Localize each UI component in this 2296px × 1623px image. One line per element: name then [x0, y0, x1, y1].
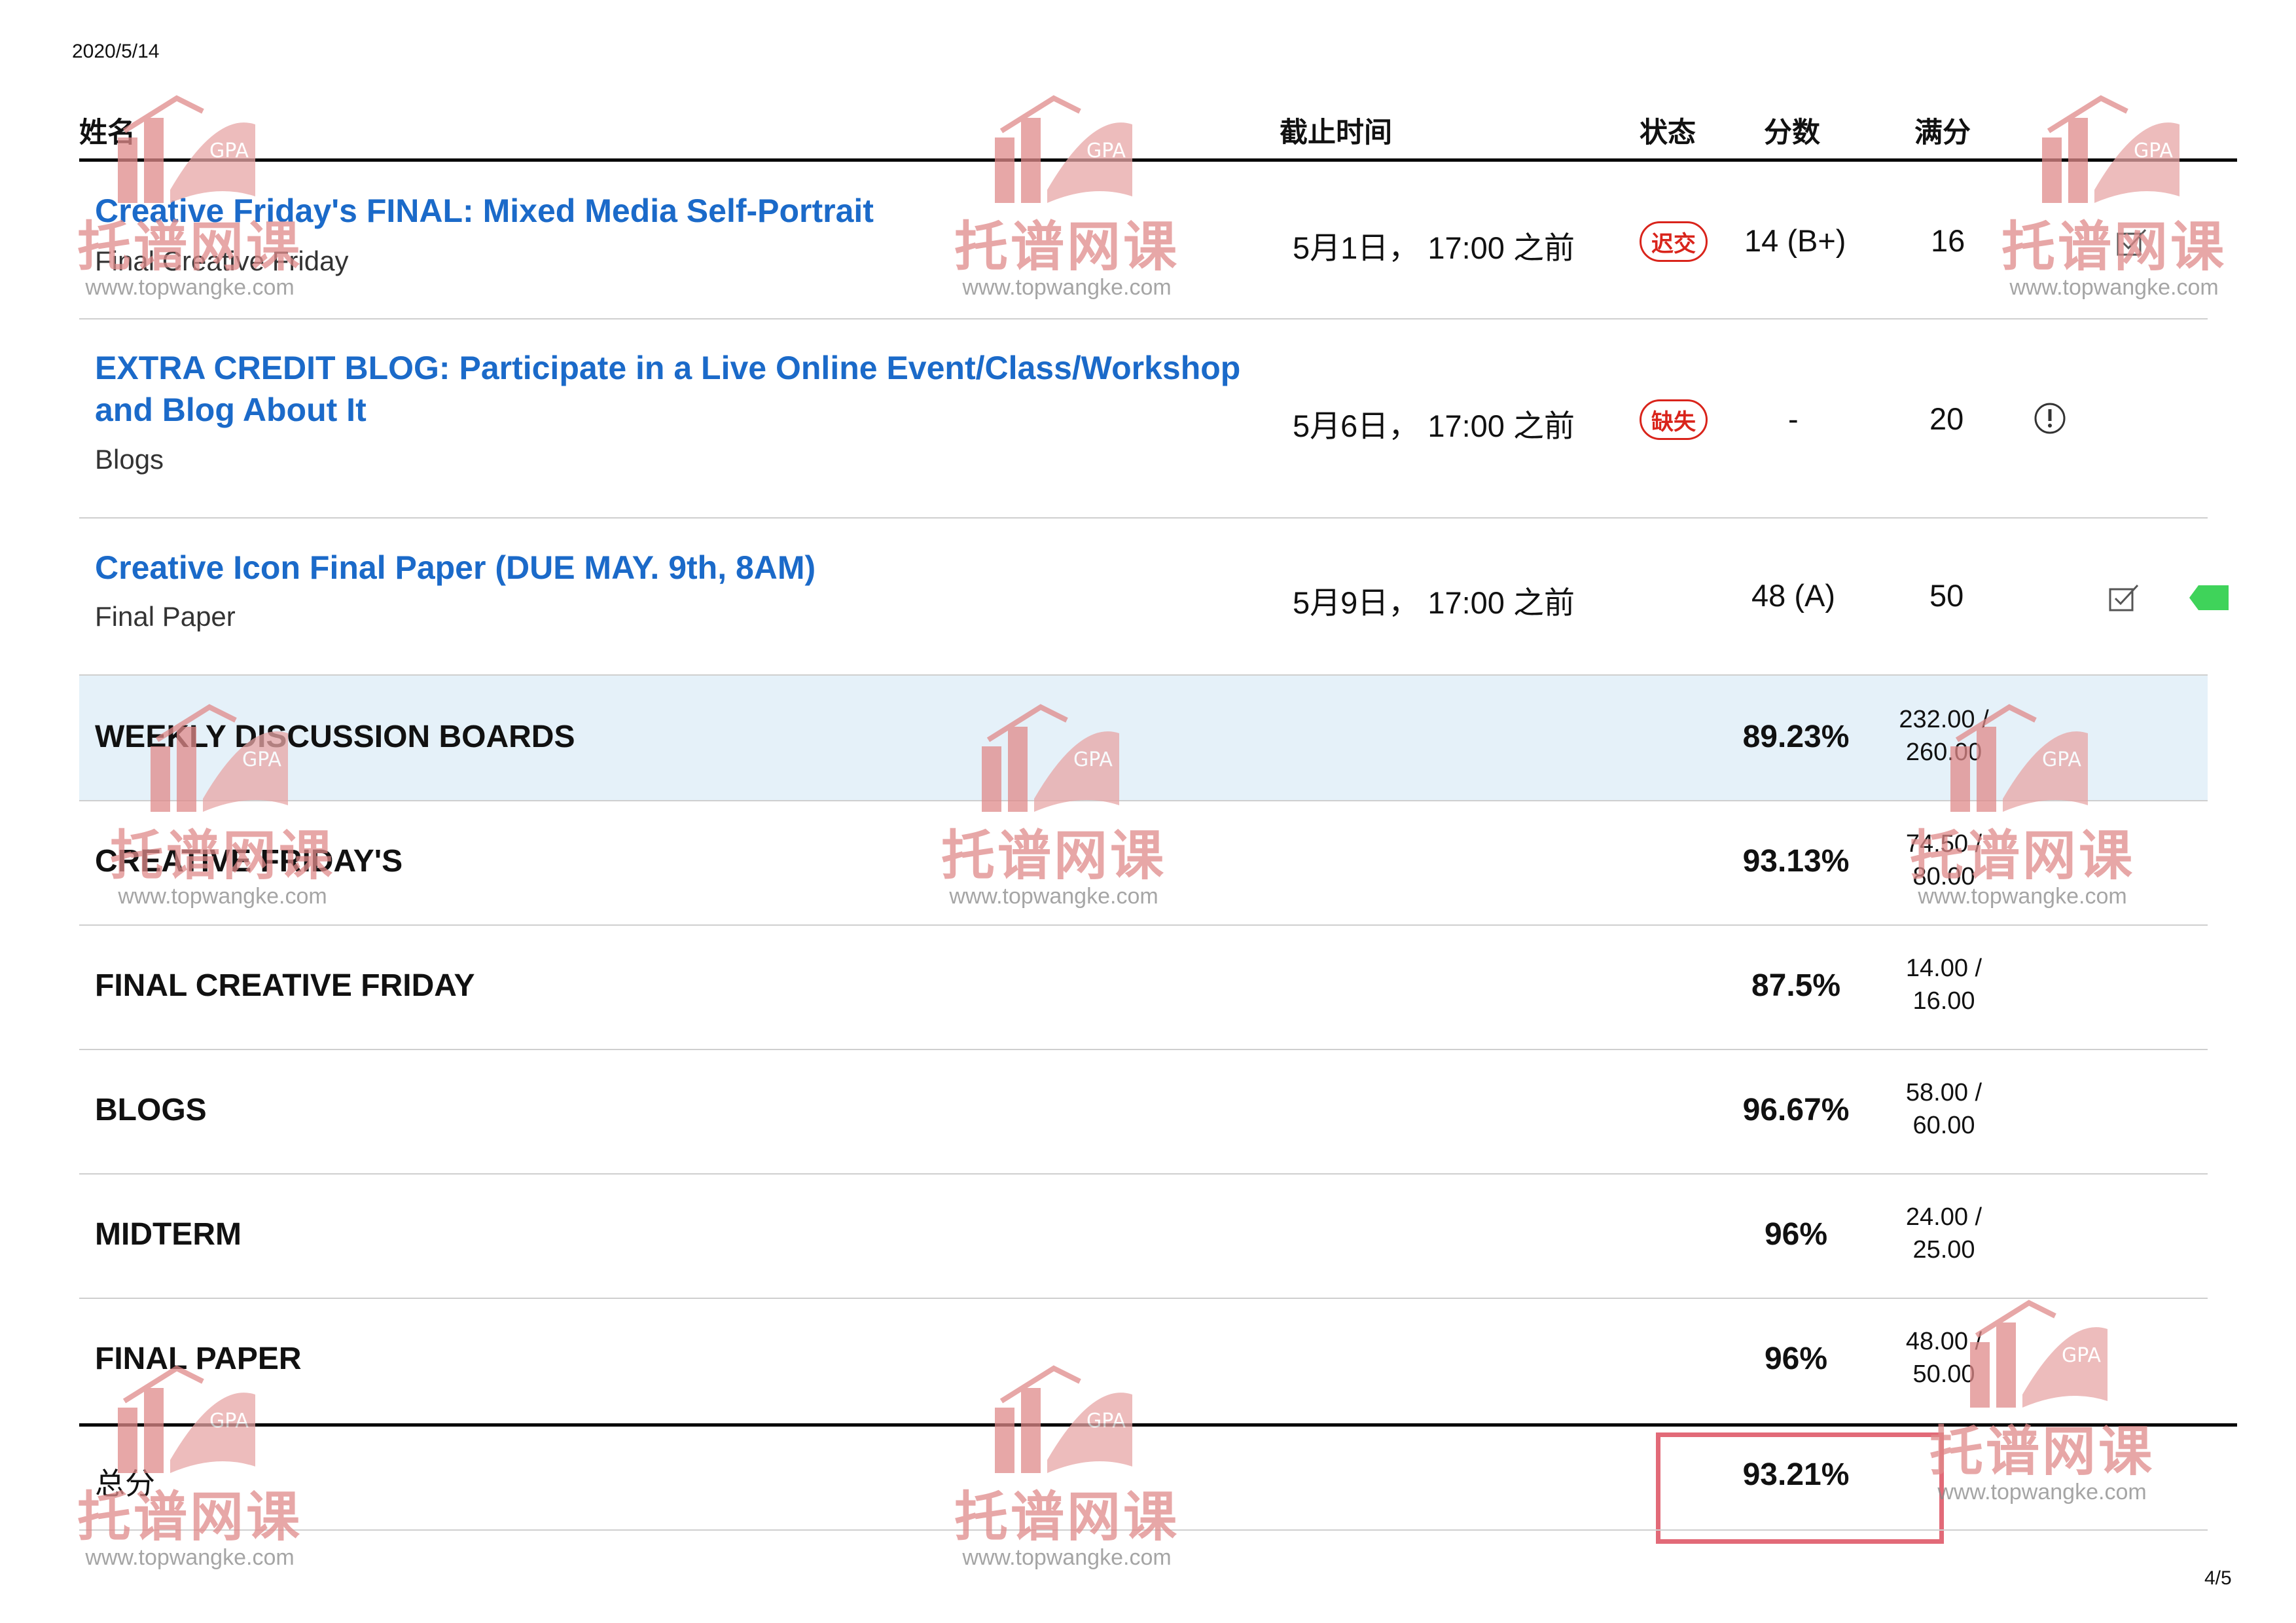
row-separator: [79, 924, 2208, 926]
total-rule: [79, 1423, 2237, 1427]
total-highlight-box: [1656, 1432, 1944, 1544]
group-points: 24.00 /25.00: [1905, 1203, 1982, 1264]
watermark-brand: 托谱网课: [954, 216, 1179, 278]
watermark-url: www.topwangke.com: [2009, 275, 2219, 300]
watermark-brand: 托谱网课: [954, 1486, 1179, 1548]
watermark-url: www.topwangke.com: [1937, 1480, 2147, 1504]
print-date: 2020/5/14: [72, 41, 160, 62]
group-points: 14.00 /16.00: [1905, 955, 1982, 1015]
row-separator: [79, 517, 2208, 519]
group-percent: 96.67%: [1742, 1093, 1850, 1127]
assignment-category: Final Creative Friday: [95, 246, 349, 276]
column-header-out-of[interactable]: 满分: [1914, 110, 1971, 151]
row-separator: [79, 1298, 2208, 1299]
assignment-category: Final Paper: [95, 601, 236, 632]
row-separator: [79, 1049, 2208, 1050]
total-label: 总分: [95, 1467, 155, 1501]
watermark-url: www.topwangke.com: [949, 884, 1158, 909]
score-value[interactable]: -: [1788, 401, 1799, 437]
score-value[interactable]: 14 (B+): [1744, 223, 1846, 259]
out-of-value: 20: [1929, 401, 1964, 436]
watermark-url: www.topwangke.com: [85, 275, 295, 300]
due-date: 5月9日， 17:00 之前: [1293, 585, 1575, 620]
watermark-logo-icon: GPA: [995, 1365, 1132, 1473]
header-rule: [79, 158, 2237, 162]
watermark: GPA 托谱网课 www.topwangke.com: [1990, 85, 2238, 308]
submission-icon[interactable]: [2114, 226, 2151, 262]
watermark: GPA 托谱网课 www.topwangke.com: [1918, 1290, 2166, 1512]
watermark-logo-icon: GPA: [995, 95, 1132, 203]
group-percent: 89.23%: [1742, 720, 1850, 754]
column-header-score[interactable]: 分数: [1764, 110, 1820, 151]
watermark-url: www.topwangke.com: [962, 275, 1172, 300]
group-percent: 96%: [1764, 1217, 1828, 1252]
group-percent: 87.5%: [1751, 968, 1841, 1003]
watermark-url: www.topwangke.com: [85, 1545, 295, 1570]
submission-icon[interactable]: [2106, 581, 2143, 617]
group-percent: 93.13%: [1742, 844, 1850, 879]
comment-flag-icon[interactable]: [2189, 581, 2229, 617]
watermark-url: www.topwangke.com: [962, 1545, 1172, 1570]
status-badge-missing: 缺失: [1640, 399, 1708, 440]
status-badge-late: 迟交: [1640, 221, 1708, 262]
assignment-link[interactable]: Creative Friday's FINAL: Mixed Media Sel…: [95, 190, 874, 232]
group-name: MIDTERM: [95, 1217, 242, 1252]
group-name: CREATIVE FRIDAY'S: [95, 844, 403, 879]
group-name: FINAL PAPER: [95, 1341, 302, 1376]
row-separator: [79, 1529, 2208, 1531]
column-header-due[interactable]: 截止时间: [1280, 110, 1392, 151]
row-separator: [79, 1173, 2208, 1175]
assignment-link[interactable]: Creative Icon Final Paper (DUE MAY. 9th,…: [95, 547, 816, 589]
due-date: 5月6日， 17:00 之前: [1293, 409, 1575, 443]
assignment-link[interactable]: EXTRA CREDIT BLOG: Participate in a Live…: [95, 347, 1240, 389]
watermark: GPA 托谱网课 www.topwangke.com: [942, 1355, 1191, 1578]
watermark-badge: GPA: [209, 1410, 249, 1432]
group-percent: 96%: [1764, 1341, 1828, 1376]
group-name: WEEKLY DISCUSSION BOARDS: [95, 720, 575, 754]
column-header-name[interactable]: 姓名: [79, 110, 135, 151]
assignment-link-continued[interactable]: and Blog About It: [95, 389, 367, 431]
group-points: 232.00 /260.00: [1899, 706, 1989, 766]
alert-icon[interactable]: [2032, 401, 2068, 439]
page-number: 4/5: [2204, 1567, 2232, 1589]
watermark-badge: GPA: [2062, 1344, 2101, 1367]
group-name: FINAL CREATIVE FRIDAY: [95, 968, 475, 1003]
watermark: GPA 托谱网课 www.topwangke.com: [942, 85, 1191, 308]
score-value[interactable]: 48 (A): [1751, 577, 1835, 613]
group-points: 74.50 /80.00: [1905, 830, 1982, 890]
watermark-badge: GPA: [1086, 1410, 1126, 1432]
watermark-logo-icon: GPA: [2042, 95, 2179, 203]
due-date: 5月1日， 17:00 之前: [1293, 230, 1575, 265]
group-points: 48.00 /50.00: [1905, 1328, 1982, 1388]
watermark-brand: 托谱网课: [941, 825, 1166, 887]
row-separator: [79, 800, 2208, 801]
group-name: BLOGS: [95, 1093, 207, 1127]
column-header-status[interactable]: 状态: [1640, 110, 1696, 151]
group-points: 58.00 /60.00: [1905, 1079, 1982, 1139]
watermark-url: www.topwangke.com: [118, 884, 327, 909]
watermark-brand: 托谱网课: [1929, 1421, 2155, 1483]
row-separator: [79, 318, 2208, 319]
assignment-category: Blogs: [95, 444, 164, 475]
out-of-value: 50: [1929, 578, 1964, 613]
out-of-value: 16: [1931, 223, 1965, 258]
